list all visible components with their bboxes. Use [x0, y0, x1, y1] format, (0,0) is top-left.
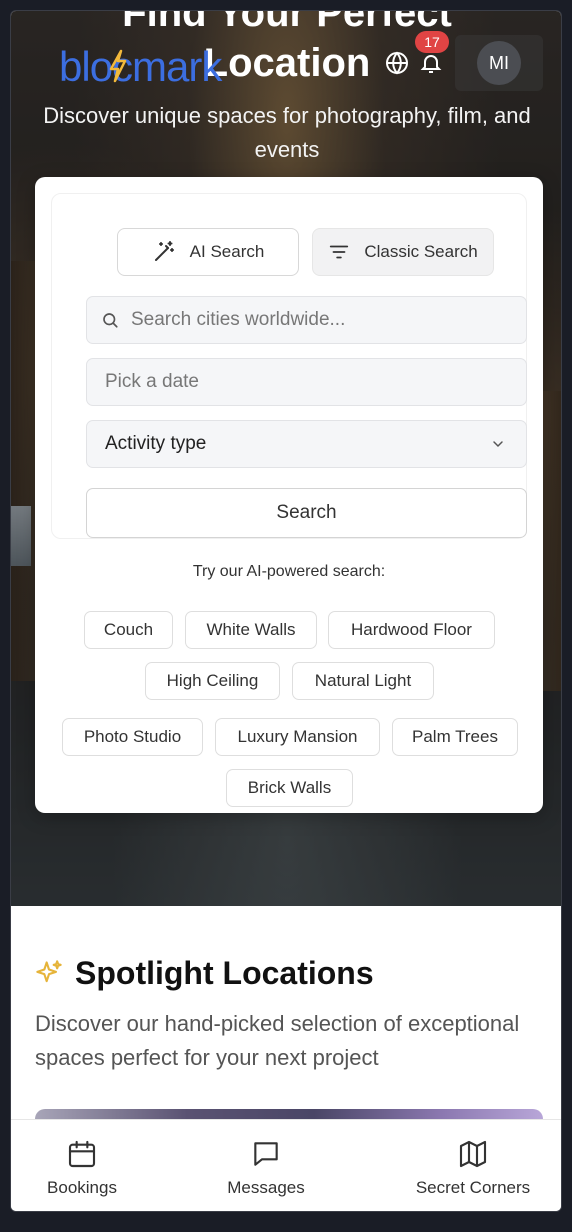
hero-subtitle: Discover unique spaces for photography, …: [43, 103, 531, 162]
suggestion-chip[interactable]: Brick Walls: [226, 769, 353, 807]
activity-type-value: Activity type: [105, 433, 207, 454]
ai-search-toggle[interactable]: AI Search: [117, 228, 299, 276]
suggestion-chip[interactable]: Palm Trees: [392, 718, 518, 756]
map-icon: [459, 1140, 487, 1168]
nav-item-messages[interactable]: Messages: [216, 1120, 316, 1211]
suggestion-chip[interactable]: Hardwood Floor: [328, 611, 495, 649]
search-submit-button[interactable]: Search: [86, 488, 527, 538]
classic-search-toggle[interactable]: Classic Search: [312, 228, 494, 276]
sparkle-icon: [36, 960, 62, 983]
nav-label: Messages: [227, 1178, 305, 1197]
date-placeholder: Pick a date: [105, 371, 199, 392]
location-search-input[interactable]: Search cities worldwide...: [86, 296, 527, 344]
avatar[interactable]: MI: [477, 41, 521, 85]
suggestion-chip[interactable]: Couch: [84, 611, 173, 649]
hero-section: Find Your Perfect Location blocmark 17 M…: [11, 10, 561, 906]
spotlight-title: Spotlight Locations: [75, 955, 374, 991]
logo[interactable]: blocmark: [59, 43, 222, 91]
notification-badge: 17: [415, 31, 449, 53]
search-card: AI Search Classic Search Search cities w…: [35, 177, 543, 813]
bell-icon[interactable]: [419, 51, 443, 75]
search-icon: [103, 313, 118, 328]
location-placeholder: Search cities worldwide...: [131, 309, 346, 330]
logo-bolt-icon: [109, 49, 127, 83]
message-icon: [254, 1142, 278, 1166]
hero-title: Find Your Perfect: [122, 10, 452, 35]
chevron-down-icon: [493, 441, 503, 448]
activity-type-select[interactable]: Activity type: [86, 420, 527, 468]
nav-item-bookings[interactable]: Bookings: [33, 1120, 131, 1211]
ai-search-label: AI Search: [189, 242, 265, 261]
suggestion-chip[interactable]: High Ceiling: [145, 662, 280, 700]
suggestion-chip[interactable]: Photo Studio: [62, 718, 203, 756]
bottom-navigation: Bookings Messages Secret Corners: [11, 1119, 561, 1211]
nav-item-secret-corners[interactable]: Secret Corners: [403, 1120, 543, 1211]
spotlight-subtitle: Discover our hand-picked selection of ex…: [35, 1011, 520, 1070]
suggestion-chip[interactable]: Natural Light: [292, 662, 434, 700]
date-picker-field[interactable]: Pick a date: [86, 358, 527, 406]
filter-icon: [330, 245, 349, 259]
nav-label: Bookings: [47, 1178, 117, 1197]
suggestion-chip[interactable]: Luxury Mansion: [215, 718, 380, 756]
magic-wand-icon: [154, 241, 174, 261]
classic-search-label: Classic Search: [364, 242, 478, 261]
suggestion-chip[interactable]: White Walls: [185, 611, 317, 649]
search-panel: AI Search Classic Search Search cities w…: [51, 193, 527, 539]
ai-suggestions-label: Try our AI-powered search:: [192, 563, 386, 580]
calendar-icon: [68, 1140, 96, 1168]
globe-icon[interactable]: [385, 51, 409, 75]
app-frame: Find Your Perfect Location blocmark 17 M…: [10, 10, 562, 1212]
nav-label: Secret Corners: [415, 1178, 531, 1197]
